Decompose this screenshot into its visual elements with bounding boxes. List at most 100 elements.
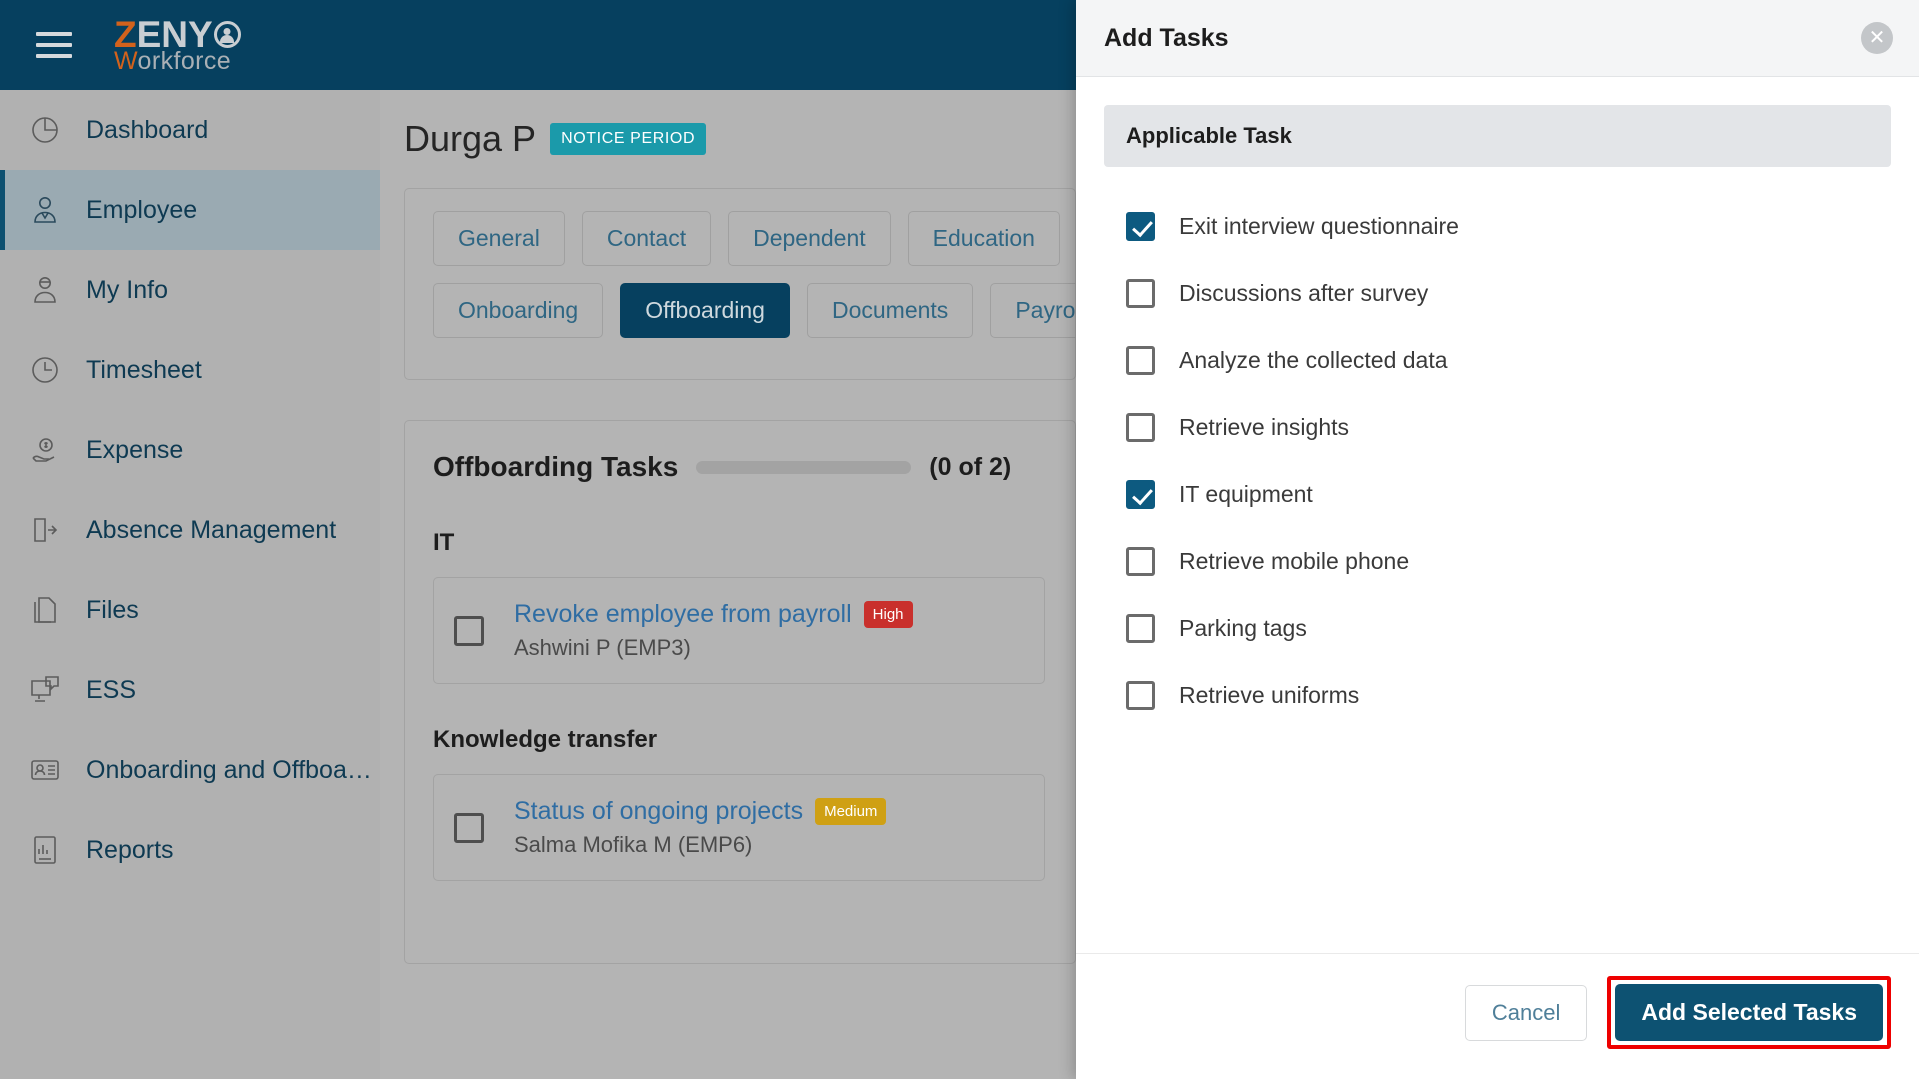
task-option-label: Parking tags bbox=[1179, 615, 1307, 641]
task-name-link[interactable]: Revoke employee from payroll bbox=[514, 600, 852, 629]
sidebar-item-label: Onboarding and Offboardi... bbox=[86, 755, 380, 784]
task-option-retrieve-mobile-phone[interactable]: Retrieve mobile phone bbox=[1104, 528, 1891, 595]
sidebar-item-onboarding-offboarding[interactable]: Onboarding and Offboardi... bbox=[0, 730, 380, 810]
pie-chart-icon bbox=[28, 113, 62, 147]
sidebar-item-label: ESS bbox=[86, 675, 137, 704]
task-option-label: Discussions after survey bbox=[1179, 280, 1429, 306]
status-badge: NOTICE PERIOD bbox=[550, 123, 707, 155]
page-header: Durga P NOTICE PERIOD bbox=[404, 118, 1076, 160]
task-option-checkbox[interactable] bbox=[1126, 480, 1155, 509]
task-group-knowledge-transfer: Knowledge transfer Status of ongoing pro… bbox=[433, 726, 1045, 881]
employee-tabs-card: General Contact Dependent Education My J… bbox=[404, 188, 1076, 380]
task-option-checkbox[interactable] bbox=[1126, 681, 1155, 710]
sidebar-item-absence-management[interactable]: Absence Management bbox=[0, 490, 380, 570]
tab-education[interactable]: Education bbox=[907, 211, 1060, 266]
task-owner: Salma Mofika M (EMP6) bbox=[514, 832, 753, 857]
offboarding-tasks-header: Offboarding Tasks (0 of 2) bbox=[433, 451, 1045, 483]
tab-documents[interactable]: Documents bbox=[806, 283, 974, 338]
task-details: Revoke employee from payroll High Ashwin… bbox=[514, 600, 913, 661]
modal-header: Add Tasks ✕ bbox=[1076, 0, 1919, 77]
documents-icon bbox=[28, 593, 62, 627]
task-option-checkbox[interactable] bbox=[1126, 547, 1155, 576]
sidebar-item-my-info[interactable]: My Info bbox=[0, 250, 380, 330]
task-owner: Ashwini P (EMP3) bbox=[514, 635, 691, 660]
task-option-analyze-the-collected-data[interactable]: Analyze the collected data bbox=[1104, 327, 1891, 394]
task-group-title: Knowledge transfer bbox=[433, 726, 658, 753]
applicable-task-list: Exit interview questionnaire Discussions… bbox=[1104, 193, 1891, 729]
app-logo: Z ENY Workforce bbox=[114, 16, 241, 74]
hamburger-menu-icon[interactable] bbox=[36, 32, 72, 58]
page-title: Durga P bbox=[404, 118, 537, 159]
logo-secondary-text: Workforce bbox=[114, 49, 241, 74]
close-icon[interactable]: ✕ bbox=[1861, 22, 1893, 54]
task-row[interactable]: Status of ongoing projects Medium Salma … bbox=[433, 774, 1045, 881]
task-row[interactable]: Revoke employee from payroll High Ashwin… bbox=[433, 577, 1045, 684]
offboarding-tasks-title: Offboarding Tasks bbox=[433, 451, 679, 482]
task-option-discussions-after-survey[interactable]: Discussions after survey bbox=[1104, 260, 1891, 327]
offboarding-tasks-card: Offboarding Tasks (0 of 2) IT Revoke emp… bbox=[404, 420, 1076, 964]
task-checkbox[interactable] bbox=[454, 812, 484, 843]
sidebar-item-ess[interactable]: ESS bbox=[0, 650, 380, 730]
logo-orkforce-letters: orkforce bbox=[137, 47, 232, 75]
sidebar-item-files[interactable]: Files bbox=[0, 570, 380, 650]
logo-w-letter: W bbox=[114, 47, 138, 75]
task-option-it-equipment[interactable]: IT equipment bbox=[1104, 461, 1891, 528]
main-content: Durga P NOTICE PERIOD General Contact De… bbox=[380, 90, 1076, 1079]
sidebar-item-label: Files bbox=[86, 595, 139, 624]
logo-person-badge-icon bbox=[213, 21, 241, 48]
task-option-parking-tags[interactable]: Parking tags bbox=[1104, 595, 1891, 662]
top-bar: Z ENY Workforce bbox=[0, 0, 1076, 90]
tab-general[interactable]: General bbox=[433, 211, 565, 266]
task-checkbox[interactable] bbox=[454, 615, 484, 646]
tab-payroll[interactable]: Payroll bbox=[990, 283, 1076, 338]
task-name-link[interactable]: Status of ongoing projects bbox=[514, 797, 803, 826]
task-option-retrieve-uniforms[interactable]: Retrieve uniforms bbox=[1104, 662, 1891, 729]
task-group-title: IT bbox=[433, 529, 455, 556]
sidebar-item-label: My Info bbox=[86, 275, 168, 304]
tab-offboarding[interactable]: Offboarding bbox=[620, 283, 790, 338]
modal-title: Add Tasks bbox=[1104, 23, 1229, 52]
task-option-retrieve-insights[interactable]: Retrieve insights bbox=[1104, 394, 1891, 461]
add-selected-tasks-button[interactable]: Add Selected Tasks bbox=[1615, 984, 1883, 1041]
exit-door-icon bbox=[28, 513, 62, 547]
task-priority-badge: High bbox=[863, 601, 913, 628]
sidebar-item-employee[interactable]: Employee bbox=[0, 170, 380, 250]
applicable-task-section-header: Applicable Task bbox=[1104, 105, 1891, 167]
task-option-label: IT equipment bbox=[1179, 481, 1313, 507]
task-title-line: Status of ongoing projects Medium bbox=[514, 797, 887, 826]
modal-body: Applicable Task Exit interview questionn… bbox=[1076, 77, 1919, 953]
sidebar-item-timesheet[interactable]: Timesheet bbox=[0, 330, 380, 410]
task-title-line: Revoke employee from payroll High bbox=[514, 600, 913, 629]
app-root: Z ENY Workforce Dashboard Employee My In… bbox=[0, 0, 1919, 1079]
employee-icon bbox=[28, 193, 62, 227]
task-option-label: Retrieve mobile phone bbox=[1179, 548, 1410, 574]
tabs-row-secondary: Onboarding Offboarding Documents Payroll bbox=[433, 283, 1076, 338]
tab-onboarding[interactable]: Onboarding bbox=[433, 283, 604, 338]
task-option-checkbox[interactable] bbox=[1126, 614, 1155, 643]
money-hand-icon bbox=[28, 433, 62, 467]
task-option-checkbox[interactable] bbox=[1126, 212, 1155, 241]
tasks-count-label: (0 of 2) bbox=[929, 452, 1012, 481]
task-option-checkbox[interactable] bbox=[1126, 346, 1155, 375]
task-option-checkbox[interactable] bbox=[1126, 279, 1155, 308]
tab-contact[interactable]: Contact bbox=[581, 211, 712, 266]
tab-dependent[interactable]: Dependent bbox=[728, 211, 891, 266]
sidebar-item-dashboard[interactable]: Dashboard bbox=[0, 90, 380, 170]
task-priority-badge: Medium bbox=[815, 798, 887, 825]
tasks-progress-bar bbox=[696, 460, 912, 474]
tabs-row-primary: General Contact Dependent Education My J… bbox=[433, 211, 1075, 266]
cancel-button[interactable]: Cancel bbox=[1464, 984, 1588, 1041]
sidebar: Dashboard Employee My Info Timesheet Exp… bbox=[0, 90, 380, 1079]
desktop-chat-icon bbox=[28, 673, 62, 707]
task-option-checkbox[interactable] bbox=[1126, 413, 1155, 442]
sidebar-item-reports[interactable]: Reports bbox=[0, 810, 380, 890]
task-option-label: Analyze the collected data bbox=[1179, 347, 1448, 373]
sidebar-item-expense[interactable]: Expense bbox=[0, 410, 380, 490]
sidebar-item-label: Timesheet bbox=[86, 355, 202, 384]
sidebar-item-label: Expense bbox=[86, 435, 184, 464]
task-option-label: Retrieve insights bbox=[1179, 414, 1350, 440]
modal-footer: Cancel Add Selected Tasks bbox=[1076, 953, 1919, 1079]
task-group-it: IT Revoke employee from payroll High Ash… bbox=[433, 529, 1045, 684]
sidebar-item-label: Employee bbox=[86, 195, 198, 224]
task-option-exit-interview-questionnaire[interactable]: Exit interview questionnaire bbox=[1104, 193, 1891, 260]
